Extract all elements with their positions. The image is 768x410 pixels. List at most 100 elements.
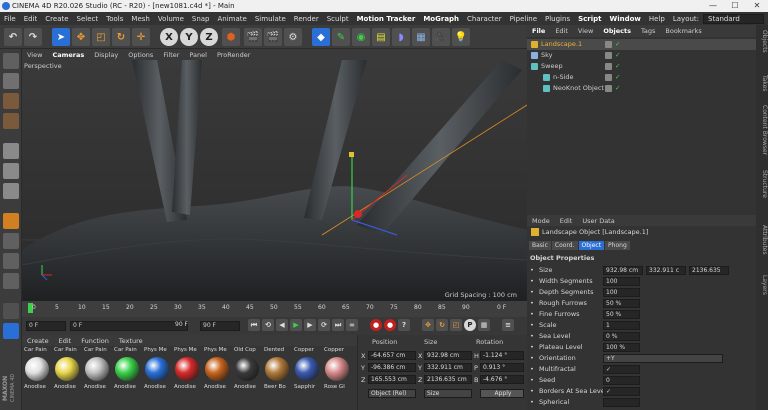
side-tab-attributes[interactable]: Attributes — [756, 225, 768, 255]
side-tab-objects[interactable]: Objects — [756, 30, 768, 53]
material-swatch[interactable]: Dented Beer Bo — [264, 347, 290, 407]
viewport-menu-options[interactable]: Options — [123, 51, 158, 59]
check-icon[interactable]: ✓ — [615, 61, 620, 72]
menu-pipeline[interactable]: Pipeline — [506, 15, 541, 23]
attribute-value[interactable]: 50 % — [603, 299, 640, 308]
material-swatch[interactable]: Phys Me Anodise — [204, 347, 230, 407]
menu-edit[interactable]: Edit — [20, 15, 42, 23]
check-icon[interactable]: ✓ — [615, 39, 620, 50]
pen-spline-icon[interactable]: ✎ — [332, 28, 350, 46]
side-tab-takes[interactable]: Takes — [756, 75, 768, 91]
undo-icon[interactable]: ↶ — [4, 28, 22, 46]
visibility-toggle[interactable] — [605, 52, 612, 59]
menu-tools[interactable]: Tools — [102, 15, 127, 23]
key-position-icon[interactable]: ✥ — [422, 319, 434, 331]
material-swatch[interactable]: Phys Me Anodise — [174, 347, 200, 407]
attribute-value[interactable]: 100 — [603, 277, 640, 286]
visibility-toggle[interactable] — [605, 41, 612, 48]
apply-button[interactable]: Apply — [480, 389, 524, 398]
size-value-z[interactable]: 2136.635 — [689, 266, 729, 275]
autokey-icon[interactable]: ● — [384, 319, 396, 331]
attribute-value[interactable]: 100 — [603, 288, 640, 297]
record-icon[interactable]: ● — [370, 319, 382, 331]
z-axis-lock-button[interactable]: Z — [200, 28, 218, 46]
material-swatch[interactable]: Copper Rose Gl — [324, 347, 350, 407]
y-axis-lock-button[interactable]: Y — [180, 28, 198, 46]
floor-icon[interactable]: ▦ — [412, 28, 430, 46]
viewport-menu-prorender[interactable]: ProRender — [212, 51, 255, 59]
camera-icon[interactable]: 🎥 — [432, 28, 450, 46]
viewport-menu-view[interactable]: View — [22, 51, 47, 59]
material-swatch[interactable]: Car Pain Anodise — [54, 347, 80, 407]
object-row[interactable]: n-Side ✓ — [527, 72, 756, 83]
menu-sculpt[interactable]: Sculpt — [323, 15, 353, 23]
attribute-value[interactable]: 1 — [603, 321, 640, 330]
viewport-menu-panel[interactable]: Panel — [184, 51, 212, 59]
menu-motion-tracker[interactable]: Motion Tracker — [353, 15, 420, 23]
deformer-icon[interactable]: ◗ — [392, 28, 410, 46]
model-mode-icon[interactable] — [3, 73, 19, 89]
size-x-field[interactable]: 932.98 cm — [424, 351, 472, 360]
make-editable-icon[interactable] — [3, 53, 19, 69]
snapping-icon[interactable] — [3, 253, 19, 269]
render-settings-icon[interactable]: ⚙ — [284, 28, 302, 46]
prev-key-icon[interactable]: ⟲ — [262, 319, 274, 331]
workplane-mode-icon[interactable] — [3, 113, 19, 129]
attribute-value[interactable]: 0 % — [603, 332, 640, 341]
x-axis-lock-button[interactable]: X — [160, 28, 178, 46]
tweak-mode-icon[interactable] — [3, 233, 19, 249]
subtab-phong[interactable]: Phong — [605, 241, 630, 250]
menu-render[interactable]: Render — [290, 15, 323, 23]
material-swatch[interactable]: Copper Sapphir — [294, 347, 320, 407]
coordinate-system-icon[interactable]: ⬢ — [222, 28, 240, 46]
viewport-menu-cameras[interactable]: Cameras — [47, 51, 89, 59]
material-menu-create[interactable]: Create — [22, 337, 54, 345]
objects-menu-tags[interactable]: Tags — [636, 27, 660, 35]
attribute-value[interactable]: ✓ — [603, 387, 640, 396]
rotation-b-field[interactable]: -4.676 ° — [480, 375, 524, 384]
polygons-mode-icon[interactable] — [3, 183, 19, 199]
key-rotation-icon[interactable]: ↻ — [436, 319, 448, 331]
current-frame-field[interactable]: 0 F — [70, 321, 188, 331]
prev-frame-icon[interactable]: ◀ — [276, 319, 288, 331]
object-row[interactable]: Sky ✓ — [527, 50, 756, 61]
edges-mode-icon[interactable] — [3, 163, 19, 179]
play-icon[interactable]: ▶ — [290, 319, 302, 331]
subdivision-icon[interactable]: ◉ — [352, 28, 370, 46]
redo-icon[interactable]: ↷ — [24, 28, 42, 46]
maximize-button[interactable]: ☐ — [724, 0, 746, 12]
close-button[interactable]: ✕ — [746, 0, 768, 12]
material-swatch[interactable]: Phys Me Anodise — [144, 347, 170, 407]
coord-mode-dropdown[interactable]: Object (Rel) — [368, 389, 416, 398]
go-to-start-icon[interactable]: ⏮ — [248, 319, 260, 331]
visibility-toggle[interactable] — [605, 74, 612, 81]
start-frame-field[interactable]: 0 F — [26, 321, 66, 331]
attribute-value[interactable]: 50 % — [603, 310, 640, 319]
render-picture-viewer-icon[interactable]: 🎬 — [264, 28, 282, 46]
menu-snap[interactable]: Snap — [188, 15, 214, 23]
visibility-toggle[interactable] — [605, 63, 612, 70]
rotation-p-field[interactable]: 0.913 ° — [480, 363, 524, 372]
keyframe-selection-icon[interactable]: ? — [398, 319, 410, 331]
menu-volume[interactable]: Volume — [154, 15, 188, 23]
material-swatch[interactable]: Car Pain Anodise — [84, 347, 110, 407]
menu-simulate[interactable]: Simulate — [251, 15, 290, 23]
axis-mode-icon[interactable] — [3, 213, 19, 229]
menu-mesh[interactable]: Mesh — [127, 15, 153, 23]
scale-icon[interactable]: ◰ — [92, 28, 110, 46]
position-y-field[interactable]: -96.386 cm — [368, 363, 416, 372]
points-mode-icon[interactable] — [3, 143, 19, 159]
object-row[interactable]: NeoKnot Object ✓ — [527, 83, 756, 94]
check-icon[interactable]: ✓ — [615, 72, 620, 83]
end-frame-field-2[interactable]: 90 F — [175, 321, 188, 328]
menu-create[interactable]: Create — [41, 15, 72, 23]
check-icon[interactable]: ✓ — [615, 83, 620, 94]
texture-mode-icon[interactable] — [3, 93, 19, 109]
material-swatch[interactable]: Old Cop Anodise — [234, 347, 260, 407]
objects-menu-objects[interactable]: Objects — [598, 27, 636, 35]
material-menu-texture[interactable]: Texture — [114, 337, 148, 345]
attributes-menu-edit[interactable]: Edit — [555, 217, 578, 225]
material-swatch[interactable]: Car Pain Anodise — [114, 347, 140, 407]
live-selection-icon[interactable]: ➤ — [52, 28, 70, 46]
size-z-field[interactable]: 2136.635 cm — [424, 375, 472, 384]
